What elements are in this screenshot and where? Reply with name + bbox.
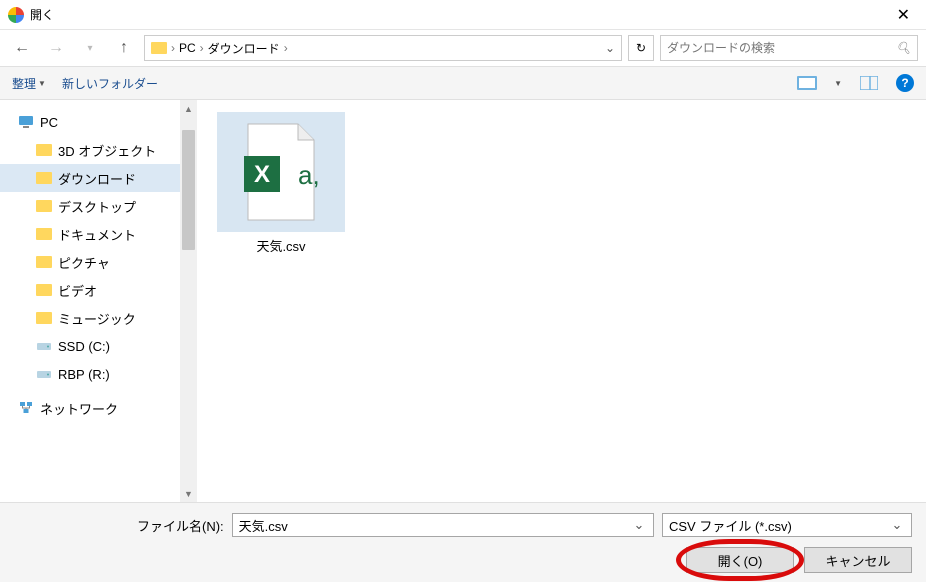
chrome-icon (8, 7, 24, 23)
folder-icon (36, 144, 52, 156)
scrollbar-thumb[interactable] (182, 130, 195, 250)
file-thumbnail: X a, (217, 112, 345, 232)
tree-label: ダウンロード (58, 169, 136, 188)
scroll-down-icon[interactable]: ▼ (180, 485, 197, 502)
address-bar[interactable]: › PC › ダウンロード › ⌄ (144, 35, 622, 61)
help-button[interactable]: ? (896, 74, 914, 92)
organize-menu[interactable]: 整理 ▼ (12, 75, 46, 92)
tree-label: ビデオ (58, 281, 97, 300)
dropdown-icon[interactable]: ⌄ (631, 517, 647, 533)
tree-label: ネットワーク (40, 399, 118, 418)
cancel-button-label: キャンセル (825, 551, 890, 570)
svg-text:a,: a, (298, 160, 320, 190)
breadcrumb-folder[interactable]: ダウンロード (208, 40, 280, 57)
folder-icon (36, 172, 52, 184)
drive-icon (36, 338, 52, 354)
tree-label: ピクチャ (58, 253, 110, 272)
title-bar: 開く ✕ (0, 0, 926, 30)
tree-item-videos[interactable]: ビデオ (0, 276, 180, 304)
open-button-label: 開く(O) (718, 551, 763, 570)
folder-icon (151, 42, 167, 54)
folder-icon (36, 284, 52, 296)
open-button[interactable]: 開く(O) (686, 547, 794, 573)
toolbar: 整理 ▼ 新しいフォルダー ▼ ? (0, 66, 926, 100)
view-menu[interactable] (796, 74, 818, 92)
window-title: 開く (30, 6, 889, 23)
back-button[interactable]: ← (8, 34, 36, 62)
recent-dropdown[interactable]: ▾ (76, 34, 104, 62)
scroll-up-icon[interactable]: ▲ (180, 100, 197, 117)
chevron-right-icon: › (171, 41, 175, 55)
filter-label: CSV ファイル (*.csv) (669, 516, 889, 535)
tree-label: 3D オブジェクト (58, 141, 156, 160)
network-icon (18, 400, 34, 416)
folder-icon (36, 228, 52, 240)
pc-icon (18, 114, 34, 130)
tree-label: SSD (C:) (58, 339, 110, 354)
tree-item-documents[interactable]: ドキュメント (0, 220, 180, 248)
file-list: X a, 天気.csv (197, 100, 926, 502)
cancel-button[interactable]: キャンセル (804, 547, 912, 573)
up-button[interactable]: ↑ (110, 34, 138, 62)
new-folder-label: 新しいフォルダー (62, 75, 158, 92)
tree-item-3d-objects[interactable]: 3D オブジェクト (0, 136, 180, 164)
filename-label: ファイル名(N): (137, 516, 224, 535)
refresh-button[interactable]: ↻ (628, 35, 654, 61)
file-item-csv[interactable]: X a, 天気.csv (217, 112, 345, 255)
forward-button[interactable]: → (42, 34, 70, 62)
chevron-right-icon: › (200, 41, 204, 55)
search-icon: 🔍︎ (896, 41, 911, 55)
search-input[interactable] (667, 41, 896, 55)
folder-icon (36, 256, 52, 268)
address-dropdown[interactable]: ⌄ (605, 41, 615, 55)
filetype-filter[interactable]: CSV ファイル (*.csv) ⌄ (662, 513, 912, 537)
tree-item-music[interactable]: ミュージック (0, 304, 180, 332)
tree-label: デスクトップ (58, 197, 136, 216)
drive-icon (36, 366, 52, 382)
svg-text:X: X (254, 161, 270, 188)
folder-icon (36, 200, 52, 212)
body-area: PC 3D オブジェクト ダウンロード デスクトップ ドキュメント ピクチャ ビ… (0, 100, 926, 502)
search-box[interactable]: 🔍︎ (660, 35, 918, 61)
tree-item-downloads[interactable]: ダウンロード (0, 164, 180, 192)
file-name-label: 天気.csv (217, 236, 345, 255)
tree-label: ミュージック (58, 309, 136, 328)
close-button[interactable]: ✕ (889, 1, 918, 29)
tree-item-rbp[interactable]: RBP (R:) (0, 360, 180, 388)
view-dropdown-icon[interactable]: ▼ (834, 79, 842, 88)
bottom-bar: ファイル名(N): ⌄ CSV ファイル (*.csv) ⌄ 開く(O) キャン… (0, 502, 926, 582)
tree-item-network[interactable]: ネットワーク (0, 394, 180, 422)
organize-label: 整理 (12, 75, 36, 92)
tree-scrollbar[interactable]: ▲ ▼ (180, 100, 197, 502)
breadcrumb-pc[interactable]: PC (179, 41, 196, 55)
tree-label: ドキュメント (58, 225, 136, 244)
tree-label: RBP (R:) (58, 367, 110, 382)
tree-label: PC (40, 115, 58, 130)
tree-item-pictures[interactable]: ピクチャ (0, 248, 180, 276)
nav-bar: ← → ▾ ↑ › PC › ダウンロード › ⌄ ↻ 🔍︎ (0, 30, 926, 66)
preview-pane-button[interactable] (858, 74, 880, 92)
filename-input[interactable] (239, 518, 631, 533)
tree-item-desktop[interactable]: デスクトップ (0, 192, 180, 220)
tree-item-pc[interactable]: PC (0, 108, 180, 136)
folder-icon (36, 312, 52, 324)
new-folder-button[interactable]: 新しいフォルダー (62, 75, 158, 92)
chevron-right-icon: › (284, 41, 288, 55)
tree-item-ssd[interactable]: SSD (C:) (0, 332, 180, 360)
dropdown-icon[interactable]: ⌄ (889, 517, 905, 533)
filename-combo[interactable]: ⌄ (232, 513, 654, 537)
navigation-tree: PC 3D オブジェクト ダウンロード デスクトップ ドキュメント ピクチャ ビ… (0, 100, 180, 502)
dropdown-icon: ▼ (38, 79, 46, 88)
